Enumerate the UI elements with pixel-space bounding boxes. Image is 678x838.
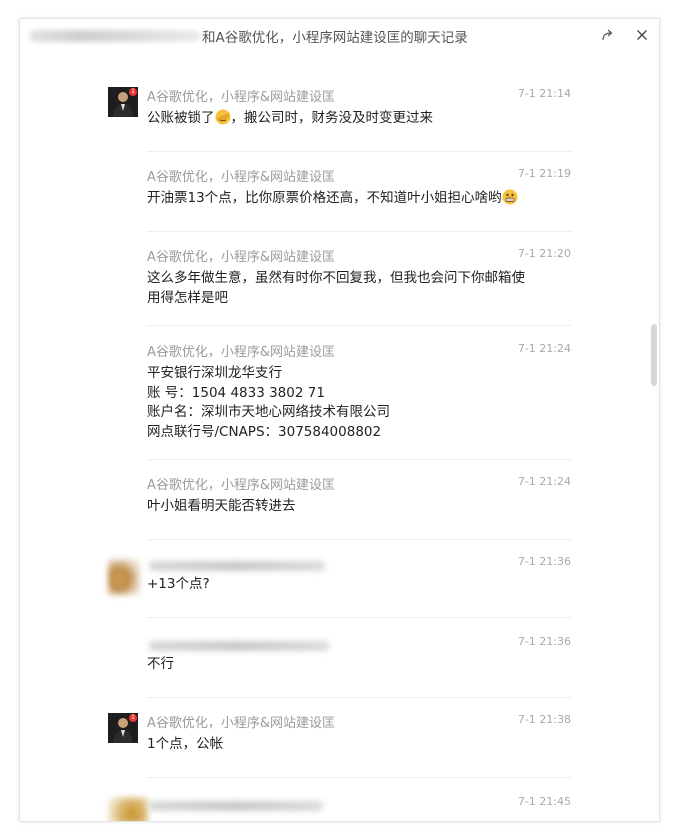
- avatar[interactable]: [108, 797, 148, 821]
- redacted-contact-name: [30, 30, 200, 42]
- redacted-sender-name: [149, 561, 325, 571]
- message-divider: [147, 151, 572, 152]
- message-divider: [147, 539, 572, 540]
- message-divider: [147, 459, 572, 460]
- message-list[interactable]: 1 A谷歌优化，小程序&网站建设匡 7-1 21:14 公账被锁了 ，搬公司时，财…: [20, 81, 659, 821]
- avatar[interactable]: [108, 559, 140, 595]
- close-icon[interactable]: [632, 25, 652, 45]
- message-text[interactable]: 开油票13个点，比你原票价格还高，不知道叶小姐担心啥哟: [147, 189, 518, 209]
- window-title: 和A谷歌优化，小程序网站建设匡的聊天记录: [202, 30, 468, 46]
- message-text[interactable]: 平安银行深圳龙华支行 账 号：1504 4833 3802 71 账户名：深圳市…: [147, 364, 390, 442]
- message-time: 7-1 21:45: [517, 795, 571, 808]
- facepalm-emoji: [215, 109, 231, 125]
- avatar[interactable]: 1: [108, 713, 138, 743]
- message-time: 7-1 21:14: [517, 87, 571, 100]
- sender-name: A谷歌优化，小程序&网站建设匡: [147, 478, 336, 493]
- message-text[interactable]: 叶小姐看明天能否转进去: [147, 497, 296, 517]
- sender-name: A谷歌优化，小程序&网站建设匡: [147, 250, 336, 265]
- message-time: 7-1 21:20: [517, 247, 571, 260]
- message-time: 7-1 21:24: [517, 475, 571, 488]
- sender-name: A谷歌优化，小程序&网站建设匡: [147, 90, 336, 105]
- message-text[interactable]: 这么多年做生意，虽然有时你不回复我，但我也会问下你邮箱使 用得怎样是吧: [147, 269, 525, 308]
- message-time: 7-1 21:19: [517, 167, 571, 180]
- message-text[interactable]: 公账被锁了 ，搬公司时，财务没及时变更过来: [147, 109, 433, 129]
- chat-history-window: 和A谷歌优化，小程序网站建设匡的聊天记录 1 A谷歌优化，小程序&网站建设匡 7…: [19, 18, 660, 822]
- scrollbar-thumb[interactable]: [651, 324, 657, 386]
- message-divider: [147, 617, 572, 618]
- message-divider: [147, 777, 572, 778]
- message-text[interactable]: 1个点，公帐: [147, 735, 223, 755]
- message-time: 7-1 21:38: [517, 713, 571, 726]
- avatar[interactable]: 1: [108, 87, 138, 117]
- grin-emoji: [502, 189, 518, 205]
- message-time: 7-1 21:36: [517, 555, 571, 568]
- sender-name: A谷歌优化，小程序&网站建设匡: [147, 170, 336, 185]
- redacted-sender-name: [149, 641, 329, 651]
- message-text[interactable]: +13个点?: [147, 575, 210, 595]
- sender-name: A谷歌优化，小程序&网站建设匡: [147, 716, 336, 731]
- redacted-sender-name: [149, 801, 323, 811]
- message-divider: [147, 697, 572, 698]
- title-bar: 和A谷歌优化，小程序网站建设匡的聊天记录: [20, 19, 659, 59]
- message-divider: [147, 231, 572, 232]
- message-divider: [147, 325, 572, 326]
- sender-name: A谷歌优化，小程序&网站建设匡: [147, 345, 336, 360]
- message-time: 7-1 21:36: [517, 635, 571, 648]
- share-icon[interactable]: [598, 25, 618, 45]
- message-text[interactable]: 不行: [147, 655, 174, 675]
- message-time: 7-1 21:24: [517, 342, 571, 355]
